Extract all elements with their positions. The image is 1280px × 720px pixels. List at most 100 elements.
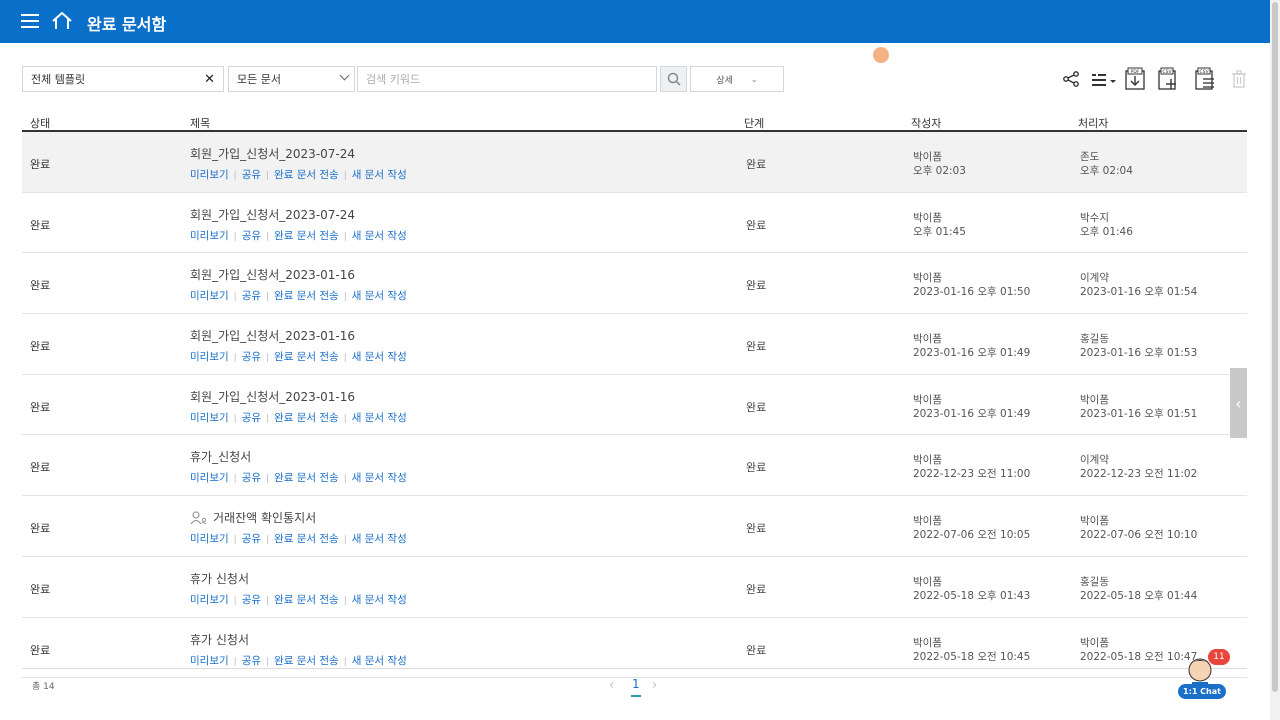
table-row[interactable]: 완료 휴가 신청서 미리보기 | 공유 | 완료 문서 전송 | 새 문서 작성 완료 박이폼 202…	[22, 618, 1247, 679]
document-title-text[interactable]: 휴가 신청서	[190, 570, 249, 587]
header-processor[interactable]: 처리자	[1078, 115, 1108, 131]
csv-list-button[interactable]: CSV	[1193, 66, 1217, 92]
scrollbar-thumb[interactable]	[1272, 2, 1278, 692]
document-title[interactable]: 휴가 신청서	[190, 631, 249, 648]
send-completed-link[interactable]: 완료 문서 전송	[274, 594, 339, 606]
table-row[interactable]: 완료 회원_가입_신청서_2023-01-16 미리보기 | 공유 | 완료 문서 전송 | 새…	[22, 314, 1247, 375]
share-link[interactable]: 공유	[242, 533, 261, 545]
new-document-link[interactable]: 새 문서 작성	[352, 290, 407, 302]
preview-link[interactable]: 미리보기	[190, 351, 229, 363]
document-title-text[interactable]: 회원_가입_신청서_2023-07-24	[190, 145, 355, 162]
prev-page-icon[interactable]: ‹	[609, 678, 614, 693]
table-row[interactable]: 완료 휴가_신청서 미리보기 | 공유 | 완료 문서 전송 | 새 문서 작성 완료 박이폼 202…	[22, 435, 1247, 497]
document-title[interactable]: 휴가_신청서	[190, 448, 251, 465]
clear-template-icon[interactable]: ✕	[204, 72, 215, 87]
csv-add-button[interactable]: CSV	[1156, 66, 1180, 92]
action-separator: |	[266, 353, 270, 364]
header-title[interactable]: 제목	[190, 115, 210, 131]
table-row[interactable]: 완료 거래잔액 확인통지서 미리보기 | 공유 | 완료 문서 전송 | 새 문서 작성 완료 박이…	[22, 496, 1247, 557]
send-completed-link[interactable]: 완료 문서 전송	[274, 169, 339, 181]
send-completed-link[interactable]: 완료 문서 전송	[274, 290, 339, 302]
preview-link[interactable]: 미리보기	[190, 169, 229, 181]
new-document-link[interactable]: 새 문서 작성	[352, 533, 407, 545]
share-button[interactable]	[1060, 66, 1082, 92]
author-cell: 박이폼 2023-01-16 오후 01:49	[913, 393, 1030, 421]
table-row[interactable]: 완료 회원_가입_신청서_2023-07-24 미리보기 | 공유 | 완료 문서 전송 | 새…	[22, 193, 1247, 254]
send-completed-link[interactable]: 완료 문서 전송	[274, 533, 339, 545]
document-title-text[interactable]: 회원_가입_신청서_2023-07-24	[190, 206, 355, 223]
new-document-link[interactable]: 새 문서 작성	[352, 472, 407, 484]
send-completed-link[interactable]: 완료 문서 전송	[274, 351, 339, 363]
share-link[interactable]: 공유	[242, 472, 261, 484]
status-cell: 완료	[30, 522, 51, 536]
document-title-text[interactable]: 회원_가입_신청서_2023-01-16	[190, 327, 355, 344]
preview-link[interactable]: 미리보기	[190, 594, 229, 606]
document-title[interactable]: 회원_가입_신청서_2023-01-16	[190, 266, 355, 283]
send-completed-link[interactable]: 완료 문서 전송	[274, 230, 339, 242]
status-cell: 완료	[30, 643, 51, 657]
table-row[interactable]: 완료 회원_가입_신청서_2023-01-16 미리보기 | 공유 | 완료 문서 전송 | 새…	[22, 375, 1247, 436]
page-number-current[interactable]: 1	[632, 677, 640, 691]
next-page-icon[interactable]: ›	[652, 678, 657, 693]
hamburger-menu-icon[interactable]	[21, 14, 39, 28]
document-title[interactable]: 회원_가입_신청서_2023-01-16	[190, 388, 355, 405]
document-title[interactable]: 회원_가입_신청서_2023-07-24	[190, 145, 355, 162]
action-separator: |	[343, 535, 347, 546]
preview-link[interactable]: 미리보기	[190, 655, 229, 667]
table-row[interactable]: 완료 회원_가입_신청서_2023-07-24 미리보기 | 공유 | 완료 문서 전송 | 새…	[22, 132, 1247, 193]
preview-link[interactable]: 미리보기	[190, 230, 229, 242]
detail-search-dropdown[interactable]: 상세 ⌄	[690, 66, 784, 92]
document-title-text[interactable]: 거래잔액 확인통지서	[213, 509, 316, 526]
document-title[interactable]: 회원_가입_신청서_2023-01-16	[190, 327, 355, 344]
new-document-link[interactable]: 새 문서 작성	[352, 169, 407, 181]
new-document-link[interactable]: 새 문서 작성	[352, 655, 407, 667]
preview-link[interactable]: 미리보기	[190, 412, 229, 424]
side-panel-toggle[interactable]: ‹	[1230, 368, 1247, 438]
document-title-text[interactable]: 휴가 신청서	[190, 631, 249, 648]
share-link[interactable]: 공유	[242, 412, 261, 424]
document-title-text[interactable]: 휴가_신청서	[190, 448, 251, 465]
document-type-select[interactable]: 모든 문서	[228, 66, 355, 92]
send-completed-link[interactable]: 완료 문서 전송	[274, 412, 339, 424]
new-document-link[interactable]: 새 문서 작성	[352, 351, 407, 363]
new-document-link[interactable]: 새 문서 작성	[352, 412, 407, 424]
header-status[interactable]: 상태	[30, 115, 50, 131]
share-link[interactable]: 공유	[242, 230, 261, 242]
document-title[interactable]: 거래잔액 확인통지서	[190, 509, 316, 526]
document-title[interactable]: 휴가 신청서	[190, 570, 249, 587]
column-settings-button[interactable]	[1089, 66, 1119, 92]
share-link[interactable]: 공유	[242, 594, 261, 606]
delete-button[interactable]	[1229, 66, 1249, 92]
page-scrollbar[interactable]	[1270, 0, 1280, 720]
search-button[interactable]	[660, 66, 687, 92]
document-title[interactable]: 회원_가입_신청서_2023-07-24	[190, 206, 355, 223]
chevron-down-icon	[339, 70, 350, 81]
share-link[interactable]: 공유	[242, 655, 261, 667]
share-link[interactable]: 공유	[242, 351, 261, 363]
new-document-link[interactable]: 새 문서 작성	[352, 594, 407, 606]
pdf-download-button[interactable]: PDF	[1123, 66, 1147, 92]
mouse-cursor-indicator	[873, 47, 889, 63]
stage-cell: 완료	[746, 522, 767, 536]
send-completed-link[interactable]: 완료 문서 전송	[274, 472, 339, 484]
preview-link[interactable]: 미리보기	[190, 472, 229, 484]
share-link[interactable]: 공유	[242, 290, 261, 302]
action-separator: |	[266, 292, 270, 303]
document-title-text[interactable]: 회원_가입_신청서_2023-01-16	[190, 388, 355, 405]
new-document-link[interactable]: 새 문서 작성	[352, 230, 407, 242]
chat-button[interactable]: 11 1:1 Chat	[1176, 648, 1230, 700]
home-icon[interactable]	[51, 11, 73, 31]
table-row[interactable]: 완료 회원_가입_신청서_2023-01-16 미리보기 | 공유 | 완료 문서 전송 | 새…	[22, 253, 1247, 315]
table-row[interactable]: 완료 휴가 신청서 미리보기 | 공유 | 완료 문서 전송 | 새 문서 작성 완료 박이폼 202…	[22, 557, 1247, 618]
share-link[interactable]: 공유	[242, 169, 261, 181]
header-stage[interactable]: 단계	[744, 115, 764, 131]
header-author[interactable]: 작성자	[911, 115, 941, 131]
preview-link[interactable]: 미리보기	[190, 290, 229, 302]
send-completed-link[interactable]: 완료 문서 전송	[274, 655, 339, 667]
search-input[interactable]	[358, 67, 656, 91]
preview-link[interactable]: 미리보기	[190, 533, 229, 545]
template-filter[interactable]: 전체 템플릿 ✕	[22, 66, 224, 92]
action-separator: |	[266, 474, 270, 485]
document-title-text[interactable]: 회원_가입_신청서_2023-01-16	[190, 266, 355, 283]
search-field[interactable]	[357, 66, 657, 92]
